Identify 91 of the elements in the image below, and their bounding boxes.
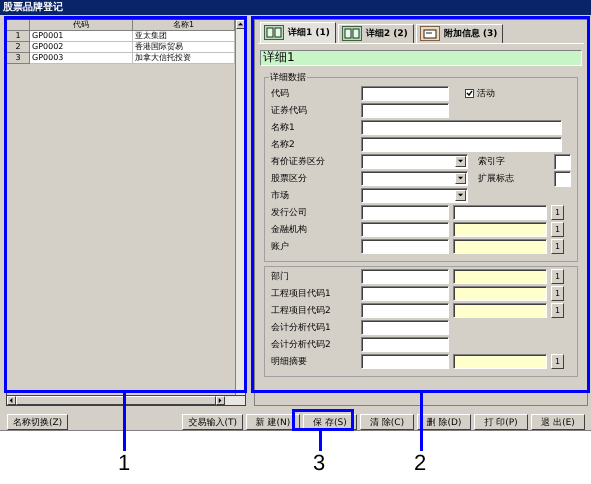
dropdown-button[interactable]	[455, 173, 466, 184]
field-label: 部门	[271, 270, 290, 284]
input-field[interactable]	[453, 286, 547, 302]
window-title: 股票品牌登记	[0, 0, 591, 15]
leader-line	[123, 393, 126, 451]
lookup-button[interactable]: 1	[551, 205, 564, 220]
field-label: 证券代码	[271, 104, 308, 118]
field-label: 名称2	[271, 138, 296, 152]
lookup-button[interactable]: 1	[551, 303, 564, 318]
input-field[interactable]	[554, 170, 571, 187]
field-label: 市场	[271, 190, 290, 202]
lookup-button[interactable]: 1	[551, 354, 564, 370]
dropdown-field[interactable]	[361, 154, 468, 170]
note-icon	[420, 26, 440, 42]
input-field[interactable]	[361, 286, 449, 302]
table-cell: GP0002	[30, 42, 133, 53]
table-cell: GP0001	[30, 30, 133, 42]
input-field[interactable]	[361, 137, 562, 152]
input-field[interactable]	[453, 222, 547, 238]
action-button[interactable]: 新 建(N)	[246, 414, 300, 430]
action-button[interactable]: 交易输入(T)	[182, 414, 243, 430]
input-field[interactable]	[453, 269, 547, 284]
action-button[interactable]: 退 出(E)	[531, 414, 585, 430]
action-button[interactable]: 打 印(P)	[474, 414, 528, 430]
input-field[interactable]	[361, 303, 449, 318]
input-field[interactable]	[361, 354, 449, 370]
input-field[interactable]	[453, 239, 547, 254]
table-cell: 加拿大信托投资	[133, 52, 235, 64]
right-arrow-icon	[217, 397, 224, 404]
column-header[interactable]: 代码	[30, 20, 133, 31]
column-header[interactable]: 名称1	[133, 20, 235, 31]
tab[interactable]: 详细1 (1)	[260, 22, 336, 43]
left-arrow-icon	[8, 397, 15, 404]
field-label: 有价证券区分	[271, 156, 326, 168]
input-field[interactable]	[453, 354, 547, 370]
input-field[interactable]	[361, 120, 562, 136]
lookup-button[interactable]: 1	[551, 269, 564, 284]
table-cell: GP0003	[30, 52, 133, 64]
table-cell: 香港国际贸易	[133, 42, 235, 53]
leader-line	[420, 393, 423, 451]
input-field[interactable]	[361, 239, 449, 254]
table-cell: 亚太集团	[133, 30, 235, 42]
section-title: 详细1	[260, 50, 582, 66]
up-arrow-icon	[237, 20, 244, 28]
checkbox-label: 活动	[477, 88, 495, 100]
scrollbar[interactable]	[6, 395, 246, 406]
input-field[interactable]	[361, 222, 449, 238]
input-field[interactable]	[453, 205, 547, 220]
field-label: 工程项目代码1	[271, 288, 332, 300]
input-field[interactable]	[453, 303, 547, 318]
checkbox[interactable]	[465, 89, 474, 98]
action-button[interactable]: 名称切换(Z)	[7, 414, 68, 430]
field-label: 索引字	[478, 156, 506, 168]
dropdown-field[interactable]	[361, 171, 468, 186]
field-label: 工程项目代码2	[271, 305, 332, 318]
field-label: 股票区分	[271, 172, 308, 186]
lookup-button[interactable]: 1	[551, 222, 564, 238]
tab[interactable]: 详细2 (2)	[338, 24, 414, 43]
dropdown-field[interactable]	[361, 188, 468, 204]
field-label: 明细摘要	[271, 356, 308, 368]
input-field[interactable]	[361, 269, 449, 284]
dropdown-button[interactable]	[455, 156, 466, 168]
field-label: 名称1	[271, 122, 296, 134]
tab[interactable]: 附加信息 (3)	[416, 24, 504, 43]
field-label: 金融机构	[271, 224, 308, 236]
callout-frame	[292, 409, 354, 431]
action-button[interactable]: 清 除(C)	[360, 414, 414, 430]
callout-number: 2	[414, 450, 426, 476]
callout-number: 3	[313, 450, 326, 476]
dropdown-button[interactable]	[455, 190, 466, 202]
field-label: 发行公司	[271, 206, 308, 220]
input-field[interactable]	[361, 205, 449, 220]
action-button[interactable]: 删 除(D)	[417, 414, 471, 430]
field-label: 扩展标志	[478, 172, 515, 186]
input-field[interactable]	[361, 86, 449, 102]
input-field[interactable]	[361, 337, 449, 352]
input-field[interactable]	[554, 154, 571, 170]
book-icon	[264, 25, 284, 40]
input-field[interactable]	[361, 103, 449, 118]
book-icon	[342, 26, 362, 42]
lookup-button[interactable]: 1	[551, 239, 564, 254]
lookup-button[interactable]: 1	[551, 286, 564, 302]
leader-line	[319, 431, 322, 451]
check-icon	[466, 90, 473, 98]
input-field[interactable]	[361, 320, 449, 336]
field-label: 账户	[271, 240, 290, 254]
field-label: 代码	[271, 88, 290, 100]
group-title: 详细数据	[269, 72, 307, 84]
field-label: 会计分析代码1	[271, 322, 332, 334]
field-label: 会计分析代码2	[271, 338, 332, 352]
callout-number: 1	[118, 450, 130, 476]
